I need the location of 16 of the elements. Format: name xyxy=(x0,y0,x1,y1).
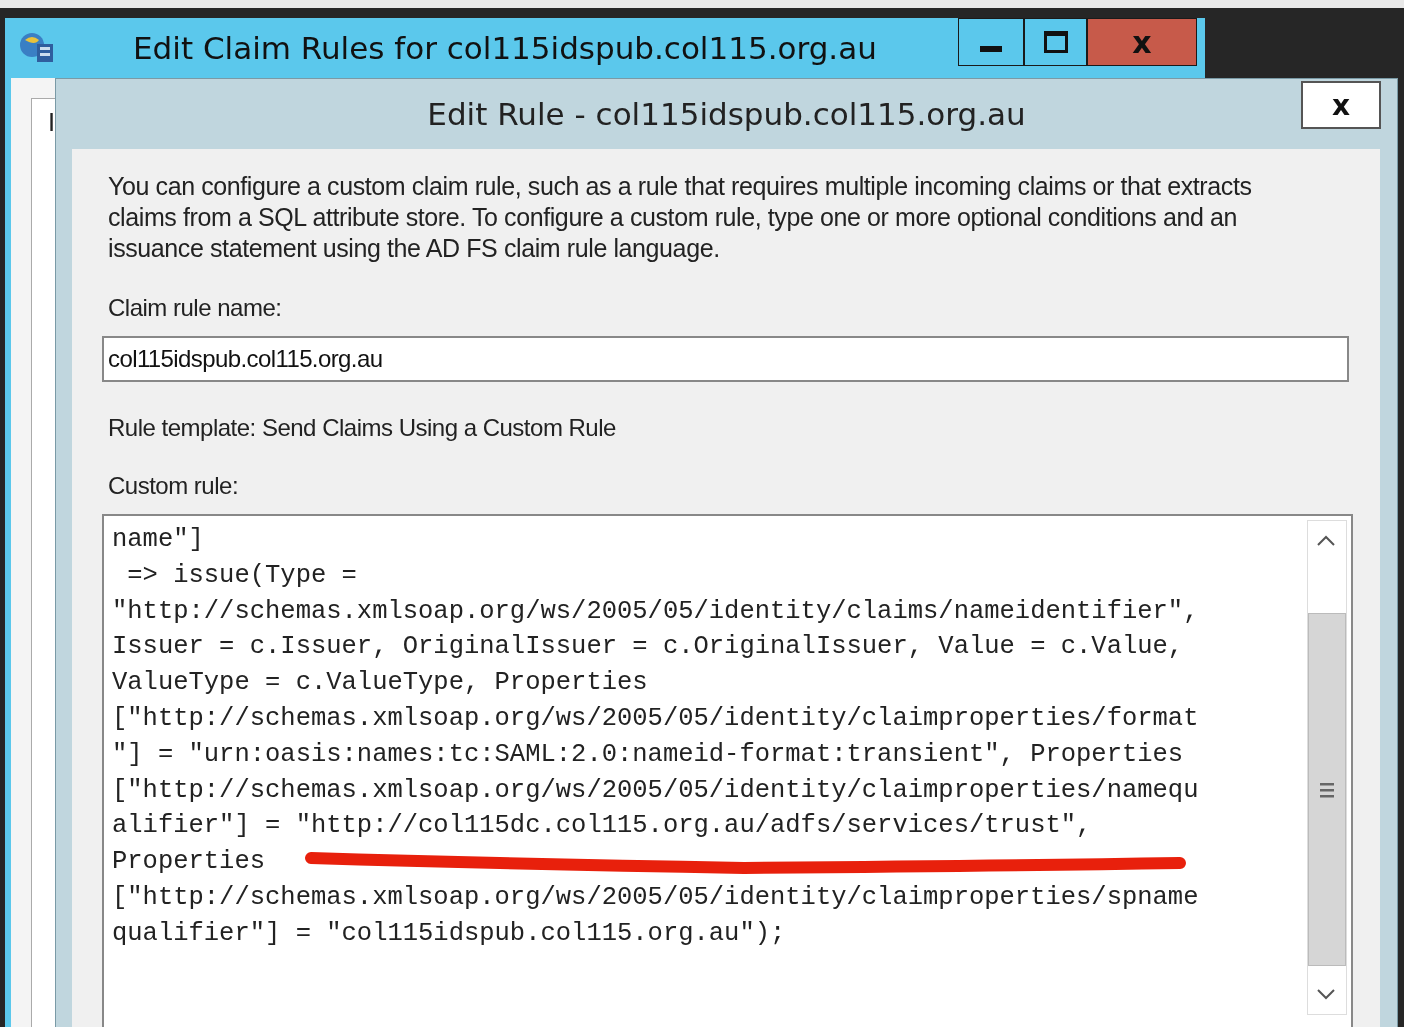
template-text: Rule template: Send Claims Using a Custom Rule xyxy=(108,414,617,442)
maximize-button[interactable] xyxy=(1024,18,1087,66)
field-label: Claim rule name: xyxy=(108,294,283,322)
scrollbar[interactable] xyxy=(1307,520,1347,1015)
window-title: Edit Claim Rules for col115idspub.col115.org.au xyxy=(133,30,877,66)
field-label: Custom rule: xyxy=(108,472,240,500)
custom-rule-editor[interactable]: name"] => issue(Type = "http://schemas.xmlsoap.org/ws/2005/05/identity/claims/nameidentifier", Issuer = c.Issuer, OriginalIssuer = c.OriginalIssuer, Value = c.Value, ValueType = c.ValueType, Properties ["http://schemas.xmlsoap.org/ws/2005/05/identity/claimproperties/format "] = "urn:oasis:names:tc:SAML:2.0:nameid-format:transient", Properties ["http://schemas.xmlsoap.org/ws/2005/05/identity/claimproperties/namequ alifier"] = "http://col115dc.col115.org.au/adfs/services/trust", Properties ["http://schemas.xmlsoap.org/ws/2005/05/identity/claimproperties/spname qualifier"] = "col115idspub.col115.org.au"); xyxy=(102,514,1353,1027)
list-text: I xyxy=(48,109,56,137)
minimize-button[interactable] xyxy=(958,18,1024,66)
grip-icon xyxy=(1320,781,1334,798)
description-text: You can configure a custom claim rule, such as a rule that requires multiple incoming claims or that extracts claims from a SQL attribute store. To configure a custom rule, type one or more optional conditions and an issuance statement using the AD FS claim rule language. xyxy=(108,171,1253,264)
close-button[interactable]: x xyxy=(1087,18,1197,66)
scrollbar-thumb[interactable] xyxy=(1308,613,1346,966)
close-button[interactable]: x xyxy=(1301,81,1381,129)
rule-name-field[interactable]: col115idspub.col115.org.au xyxy=(102,336,1349,382)
dialog-title: Edit Rule - col115idspub.col115.org.au xyxy=(427,96,1026,132)
